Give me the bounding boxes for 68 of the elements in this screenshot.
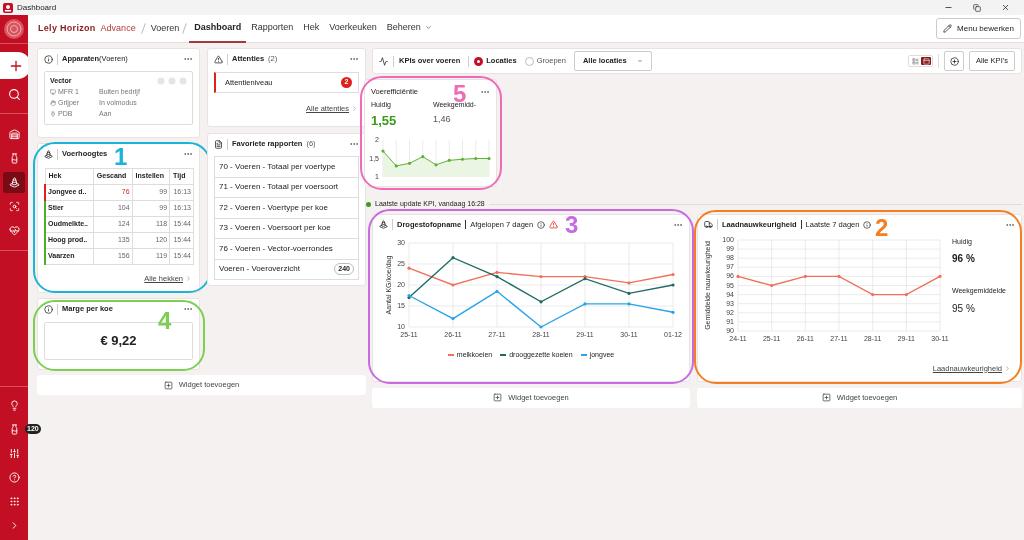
plus-icon <box>949 56 959 66</box>
nav-tab[interactable]: Dashboard <box>189 14 247 43</box>
truck-icon <box>704 220 713 229</box>
nav-tab[interactable]: Voerkeuken <box>324 14 382 43</box>
callout-number: 2 <box>875 215 889 240</box>
close-icon[interactable] <box>1001 3 1010 12</box>
info-icon[interactable] <box>537 220 546 229</box>
list-icon <box>911 57 919 65</box>
breadcrumb-link[interactable]: Voeren <box>150 21 180 36</box>
cone-icon <box>379 220 388 229</box>
chevron-icon <box>185 275 192 283</box>
view-toggle[interactable] <box>910 57 921 65</box>
plus-icon <box>821 393 831 402</box>
cone-icon <box>44 149 53 159</box>
callout-number: 1 <box>114 145 128 169</box>
cone-icon <box>8 176 20 188</box>
chevron-icon <box>351 105 358 113</box>
caret-icon <box>636 58 643 64</box>
nav-item[interactable] <box>3 171 25 193</box>
report-item[interactable]: 71 - Voeren - Totaal per voersoort <box>214 176 359 198</box>
logo-icon <box>3 18 25 40</box>
chevron-icon <box>1004 364 1011 372</box>
report-item[interactable]: 73 - Voeren - Voersoort per koe <box>214 217 359 239</box>
view-toggle[interactable] <box>921 57 932 65</box>
report-item[interactable]: 70 - Voeren - Totaal per voertype <box>214 156 359 178</box>
average-value: 95 % <box>952 301 976 316</box>
current-value: 1,55 <box>371 111 398 130</box>
panel-icon <box>922 57 930 65</box>
add-kpi-button[interactable] <box>944 51 965 71</box>
pencil-icon <box>943 24 953 33</box>
report-item[interactable]: 76 - Voeren - Vector-voerrondes <box>214 238 359 260</box>
current-value: 96 % <box>952 252 976 266</box>
heart-pulse-icon <box>8 224 20 236</box>
info-icon <box>44 54 53 64</box>
brand-name: Lely Horizon <box>38 21 96 35</box>
plus-icon <box>163 380 173 390</box>
legend-swatch <box>500 353 507 356</box>
nav-tab[interactable]: Beheren <box>381 14 437 43</box>
search-icon[interactable] <box>7 88 21 101</box>
average-value: 1,46 <box>433 112 452 126</box>
nav-tab[interactable]: Rapporten <box>246 14 299 43</box>
grid-icon <box>8 495 20 507</box>
info-icon <box>44 304 53 314</box>
sliders-icon <box>8 447 20 459</box>
info-icon[interactable] <box>863 220 872 229</box>
device-icon <box>50 100 56 106</box>
lightbulb-icon <box>8 399 20 411</box>
edition-label: Advance <box>100 21 136 35</box>
legend-swatch <box>447 353 454 356</box>
report-item[interactable]: 72 - Voeren - Voertype per koe <box>214 197 359 219</box>
trend-icon <box>379 56 388 66</box>
status-lights-icon <box>157 77 187 86</box>
restore-icon[interactable] <box>973 3 981 12</box>
callout-number: 3 <box>565 212 579 237</box>
plus-icon <box>493 393 503 402</box>
help-icon <box>8 471 20 483</box>
device-icon <box>50 111 56 117</box>
device-icon <box>50 89 56 95</box>
warning-icon <box>214 54 223 64</box>
window-title: Dashboard <box>17 1 57 14</box>
report-icon <box>214 139 223 149</box>
edit-menu-button[interactable]: Menu bewerken <box>936 18 1021 39</box>
barn-icon <box>8 128 20 140</box>
scan-icon <box>8 200 20 212</box>
callout-number: 4 <box>158 309 172 333</box>
nav-tab[interactable]: Hek <box>298 14 325 43</box>
legend-swatch <box>580 353 587 356</box>
margin-value: € 9,22 <box>100 332 137 351</box>
